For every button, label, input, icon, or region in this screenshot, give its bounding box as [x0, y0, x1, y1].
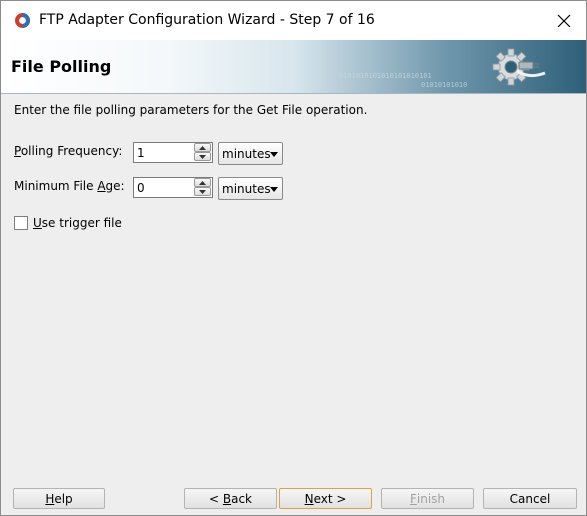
- polling-frequency-down-button[interactable]: [194, 152, 211, 161]
- minimum-file-age-unit-dropdown[interactable]: minutes: [218, 177, 283, 200]
- polling-frequency-up-button[interactable]: [194, 143, 211, 152]
- wizard-header: File Polling 0101010101010101010101 0101…: [1, 40, 586, 94]
- polling-frequency-spinner[interactable]: 1: [133, 142, 213, 163]
- wizard-window: FTP Adapter Configuration Wizard - Step …: [0, 0, 587, 516]
- use-trigger-file-checkbox[interactable]: [14, 216, 28, 230]
- spin-down-icon: [199, 189, 206, 194]
- help-button[interactable]: Help: [13, 488, 105, 509]
- spin-down-icon: [199, 154, 206, 159]
- close-icon: [557, 14, 570, 27]
- minimum-file-age-down-button[interactable]: [194, 187, 211, 196]
- instructions-text: Enter the file polling parameters for th…: [14, 103, 368, 117]
- next-button[interactable]: Next >: [279, 488, 372, 509]
- spin-up-icon: [199, 180, 206, 185]
- finish-button[interactable]: Finish: [381, 488, 474, 509]
- cancel-button[interactable]: Cancel: [483, 488, 577, 509]
- polling-frequency-label: Polling Frequency:: [14, 144, 123, 158]
- gear-plug-icon: [492, 48, 546, 86]
- close-button[interactable]: [541, 5, 586, 36]
- minimum-file-age-spinner[interactable]: 0: [133, 177, 213, 198]
- binary-decoration: 0101010101010101010101 01010101010: [339, 72, 467, 89]
- back-button[interactable]: < Back: [184, 488, 277, 509]
- polling-frequency-value: 1: [137, 146, 145, 160]
- polling-frequency-unit-dropdown[interactable]: minutes: [218, 142, 283, 165]
- page-title: File Polling: [11, 57, 112, 76]
- spin-up-icon: [199, 145, 206, 150]
- svg-text:0101010101010101010101: 0101010101010101010101: [339, 72, 432, 80]
- window-title: FTP Adapter Configuration Wizard - Step …: [39, 12, 375, 28]
- minimum-file-age-label: Minimum File Age:: [14, 179, 125, 193]
- title-bar: FTP Adapter Configuration Wizard - Step …: [1, 1, 586, 40]
- use-trigger-file-label[interactable]: Use trigger file: [33, 216, 122, 230]
- chevron-down-icon: [270, 187, 278, 192]
- chevron-down-icon: [270, 152, 278, 157]
- svg-text:01010101010: 01010101010: [421, 81, 467, 89]
- minimum-file-age-value: 0: [137, 181, 145, 195]
- oracle-logo-icon: [15, 13, 30, 28]
- minimum-file-age-up-button[interactable]: [194, 178, 211, 187]
